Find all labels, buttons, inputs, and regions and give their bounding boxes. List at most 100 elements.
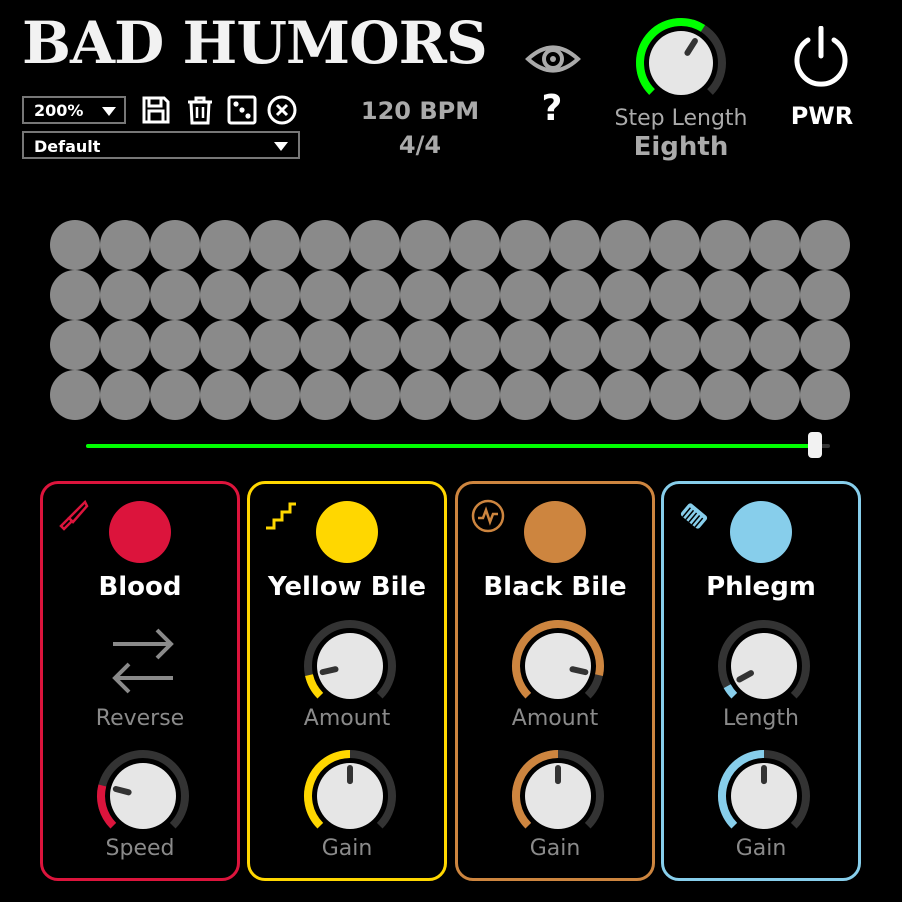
step-cell[interactable] [300, 320, 350, 370]
zoom-select[interactable]: 200% [22, 96, 126, 124]
step-cell[interactable] [800, 320, 850, 370]
playhead-slider[interactable] [86, 432, 830, 458]
step-cell[interactable] [50, 370, 100, 420]
length-knob[interactable] [714, 616, 814, 716]
step-cell[interactable] [50, 270, 100, 320]
step-cell[interactable] [750, 320, 800, 370]
step-cell[interactable] [650, 320, 700, 370]
step-cell[interactable] [350, 320, 400, 370]
dice-icon[interactable] [226, 94, 258, 126]
step-cell[interactable] [700, 270, 750, 320]
step-cell[interactable] [450, 220, 500, 270]
step-cell[interactable] [150, 320, 200, 370]
step-cell[interactable] [500, 270, 550, 320]
step-cell[interactable] [750, 270, 800, 320]
step-cell[interactable] [400, 270, 450, 320]
step-cell[interactable] [400, 220, 450, 270]
color-indicator[interactable] [316, 501, 378, 563]
step-cell[interactable] [450, 320, 500, 370]
step-cell[interactable] [100, 270, 150, 320]
step-cell[interactable] [500, 220, 550, 270]
gain-label: Gain [529, 836, 581, 861]
step-cell[interactable] [750, 220, 800, 270]
step-cell[interactable] [400, 370, 450, 420]
panel-yellow-bile: Yellow Bile Amount Gain [247, 481, 447, 881]
step-cell[interactable] [300, 220, 350, 270]
step-cell[interactable] [700, 370, 750, 420]
step-cell[interactable] [200, 320, 250, 370]
playhead-thumb[interactable] [808, 432, 823, 458]
step-cell[interactable] [250, 270, 300, 320]
length-label: Length [723, 706, 799, 731]
step-cell[interactable] [650, 370, 700, 420]
step-cell[interactable] [700, 220, 750, 270]
step-cell[interactable] [800, 370, 850, 420]
trash-icon[interactable] [184, 94, 216, 126]
gain-knob[interactable] [714, 746, 814, 846]
step-cell[interactable] [550, 370, 600, 420]
wave-icon [471, 499, 505, 533]
step-cell[interactable] [550, 220, 600, 270]
step-cell[interactable] [800, 220, 850, 270]
step-cell[interactable] [350, 220, 400, 270]
step-cell[interactable] [150, 370, 200, 420]
step-cell[interactable] [750, 370, 800, 420]
step-cell[interactable] [200, 370, 250, 420]
step-cell[interactable] [600, 320, 650, 370]
amount-label: Amount [511, 706, 599, 731]
gain-knob[interactable] [508, 746, 608, 846]
close-icon[interactable] [266, 94, 298, 126]
step-cell[interactable] [500, 370, 550, 420]
step-cell[interactable] [250, 370, 300, 420]
step-cell[interactable] [700, 320, 750, 370]
eye-icon[interactable] [524, 36, 582, 82]
amount-knob[interactable] [508, 616, 608, 716]
step-length-knob[interactable] [632, 14, 730, 112]
knob-body [731, 633, 797, 699]
gain-label: Gain [321, 836, 373, 861]
color-indicator[interactable] [109, 501, 171, 563]
step-cell[interactable] [550, 270, 600, 320]
step-cell[interactable] [350, 370, 400, 420]
help-button[interactable]: ? [532, 88, 572, 129]
preset-select[interactable]: Default [22, 131, 300, 159]
preset-value: Default [34, 137, 101, 156]
amount-knob[interactable] [300, 616, 400, 716]
speed-knob[interactable] [93, 746, 193, 846]
step-cell[interactable] [100, 370, 150, 420]
step-cell[interactable] [150, 270, 200, 320]
step-cell[interactable] [150, 220, 200, 270]
step-cell[interactable] [200, 270, 250, 320]
step-cell[interactable] [50, 320, 100, 370]
save-icon[interactable] [140, 94, 172, 126]
knob-value-arc [305, 674, 324, 699]
power-icon[interactable] [788, 26, 854, 96]
step-cell[interactable] [600, 220, 650, 270]
step-cell[interactable] [650, 220, 700, 270]
step-cell[interactable] [650, 270, 700, 320]
step-cell[interactable] [200, 220, 250, 270]
gain-knob[interactable] [300, 746, 400, 846]
step-cell[interactable] [600, 270, 650, 320]
swap-arrows-icon[interactable] [103, 622, 183, 702]
step-cell[interactable] [250, 220, 300, 270]
color-indicator[interactable] [524, 501, 586, 563]
step-cell[interactable] [100, 320, 150, 370]
color-indicator[interactable] [730, 501, 792, 563]
step-cell[interactable] [100, 220, 150, 270]
step-cell[interactable] [250, 320, 300, 370]
step-cell[interactable] [50, 220, 100, 270]
step-cell[interactable] [600, 370, 650, 420]
step-cell[interactable] [450, 270, 500, 320]
step-cell[interactable] [550, 320, 600, 370]
step-cell[interactable] [300, 270, 350, 320]
step-cell[interactable] [300, 370, 350, 420]
step-cell[interactable] [500, 320, 550, 370]
knob-pointer [569, 666, 589, 676]
step-cell[interactable] [450, 370, 500, 420]
step-cell[interactable] [400, 320, 450, 370]
stairs-icon [266, 502, 296, 530]
step-cell[interactable] [350, 270, 400, 320]
knob-pointer [319, 666, 339, 676]
step-cell[interactable] [800, 270, 850, 320]
